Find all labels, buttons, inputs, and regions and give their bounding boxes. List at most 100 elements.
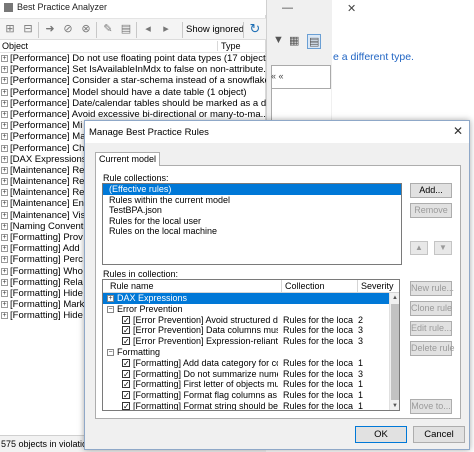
expand-icon[interactable]: + xyxy=(107,295,114,302)
expand-icon[interactable]: + xyxy=(1,200,8,208)
list-item[interactable]: Rules on the local machine xyxy=(103,226,401,237)
move-down-icon[interactable]: ▼ xyxy=(434,241,452,255)
list-item[interactable]: (Effective rules) xyxy=(103,184,401,195)
expand-all-icon[interactable]: ⊞ xyxy=(2,22,18,37)
cancel-button[interactable]: Cancel xyxy=(413,426,465,443)
list-item[interactable]: + [Performance] Do not use floating point… xyxy=(0,53,266,64)
properties-nav-arrows[interactable]: « « xyxy=(271,71,284,81)
column-header-object[interactable]: Object xyxy=(2,41,28,51)
add-collection-button[interactable]: Add... xyxy=(410,183,452,198)
rule-row[interactable]: ✓ [Error Prevention] Data columns must h… xyxy=(103,325,389,336)
expand-icon[interactable]: + xyxy=(1,166,8,174)
rule-enabled-checkbox[interactable]: ✓ xyxy=(122,326,130,335)
show-ignored-button[interactable]: Show ignored xyxy=(186,22,244,37)
rule-enabled-checkbox[interactable]: ✓ xyxy=(122,391,130,400)
close-icon[interactable]: ✕ xyxy=(453,124,463,138)
move-up-icon[interactable]: ▲ xyxy=(410,241,428,255)
rule-enabled-checkbox[interactable]: ✓ xyxy=(122,401,130,410)
expand-icon[interactable]: + xyxy=(1,110,8,118)
delete-rule-button[interactable]: Delete rule xyxy=(410,341,455,356)
expand-icon[interactable]: + xyxy=(1,278,8,286)
rule-name: [Formatting] Add data category for colum… xyxy=(133,357,278,368)
rule-row[interactable]: ✓ [Formatting] Format flag columns as Ye… xyxy=(103,390,389,401)
collapse-icon[interactable]: − xyxy=(107,305,114,313)
hint-text[interactable]: e a different type. xyxy=(333,51,414,63)
expand-icon[interactable]: + xyxy=(1,256,8,264)
rule-row[interactable]: ✓ [Formatting] First letter of objects m… xyxy=(103,379,389,390)
column-header-type[interactable]: Type xyxy=(217,41,241,51)
rule-row[interactable]: ✓ [Error Prevention] Avoid structured da… xyxy=(103,315,389,326)
move-to-button[interactable]: Move to... xyxy=(410,399,452,414)
expand-icon[interactable]: + xyxy=(1,211,8,219)
collapse-all-icon[interactable]: ⊟ xyxy=(20,22,36,37)
list-item[interactable]: + [Performance] Avoid excessive bi-direct… xyxy=(0,109,266,120)
expand-icon[interactable]: + xyxy=(1,234,8,241)
scrollbar-thumb[interactable] xyxy=(391,304,399,400)
categorized-icon[interactable]: ▦ xyxy=(289,34,299,47)
rule-enabled-checkbox[interactable]: ✓ xyxy=(122,358,130,367)
collapse-icon[interactable]: − xyxy=(107,348,114,356)
list-item[interactable]: Rules within the current model xyxy=(103,195,401,206)
expand-icon[interactable]: + xyxy=(1,178,8,186)
rule-collections-list[interactable]: (Effective rules) Rules within the curre… xyxy=(102,183,402,265)
list-item[interactable]: Rules for the local user xyxy=(103,216,401,227)
clone-rule-button[interactable]: Clone rule xyxy=(410,301,452,316)
expand-icon[interactable]: + xyxy=(1,245,8,253)
ignore-rule-icon[interactable]: ⊗ xyxy=(78,22,94,37)
new-rule-button[interactable]: New rule... xyxy=(410,281,454,296)
rule-row[interactable]: ✓ [Formatting] Add data category for col… xyxy=(103,358,389,369)
list-item[interactable]: TestBPA.json xyxy=(103,205,401,216)
ok-button[interactable]: OK xyxy=(355,426,407,443)
expand-icon[interactable]: + xyxy=(1,66,8,74)
edit-rule-button[interactable]: Edit rule... xyxy=(410,321,452,336)
expand-icon[interactable]: + xyxy=(1,289,8,297)
rule-row[interactable]: ✓ [Formatting] Do not summarize numeric … xyxy=(103,369,389,380)
tab-current-model[interactable]: Current model xyxy=(95,152,161,166)
generate-fix-script-icon[interactable]: ▤ xyxy=(118,22,134,37)
fix-icon[interactable]: ✎ xyxy=(100,22,116,37)
expand-icon[interactable]: + xyxy=(1,99,8,107)
filter-icon[interactable]: ▼ xyxy=(273,34,284,46)
alphabetical-icon[interactable]: ▤ xyxy=(307,34,322,49)
expand-icon[interactable]: + xyxy=(1,222,8,230)
rule-enabled-checkbox[interactable]: ✓ xyxy=(122,369,130,378)
expand-icon[interactable]: + xyxy=(1,144,8,152)
rules-grid-scrollbar[interactable]: ▲ ▼ xyxy=(389,293,399,410)
close-icon[interactable]: ✕ xyxy=(347,2,356,15)
expand-icon[interactable]: + xyxy=(1,55,8,62)
expand-icon[interactable]: + xyxy=(1,122,8,130)
column-header-collection[interactable]: Collection xyxy=(281,280,357,292)
column-header-rule-name[interactable]: Rule name xyxy=(107,280,281,292)
expand-icon[interactable]: + xyxy=(1,133,8,141)
expand-icon[interactable]: + xyxy=(1,189,8,197)
expand-icon[interactable]: + xyxy=(1,267,8,275)
navigate-next-icon[interactable]: ▸ xyxy=(158,22,174,37)
remove-collection-button[interactable]: Remove xyxy=(410,203,452,218)
list-item[interactable]: + [Performance] Date/calendar tables shou… xyxy=(0,98,266,109)
expand-icon[interactable]: + xyxy=(1,301,8,309)
ignore-item-icon[interactable]: ⊘ xyxy=(60,22,76,37)
navigate-prev-icon[interactable]: ◂ xyxy=(140,22,156,37)
expand-icon[interactable]: + xyxy=(1,88,8,96)
rule-group-row[interactable]: − Error Prevention xyxy=(103,304,389,315)
rule-group-row[interactable]: − Formatting xyxy=(103,347,389,358)
column-header-severity[interactable]: Severity xyxy=(357,280,397,292)
expand-icon[interactable]: + xyxy=(1,77,8,85)
go-to-object-icon[interactable]: ➜ xyxy=(42,22,58,37)
scroll-down-icon[interactable]: ▼ xyxy=(390,401,399,410)
rule-row[interactable]: ✓ [Formatting] Format string should be c… xyxy=(103,401,389,410)
rule-enabled-checkbox[interactable]: ✓ xyxy=(122,380,130,389)
list-item[interactable]: + [Performance] Consider a star-schema in… xyxy=(0,75,266,86)
list-item[interactable]: + [Performance] Model should have a date … xyxy=(0,87,266,98)
minimize-icon[interactable]: — xyxy=(282,2,293,14)
expand-icon[interactable]: + xyxy=(1,312,8,320)
expand-icon[interactable]: + xyxy=(1,155,8,163)
rule-enabled-checkbox[interactable]: ✓ xyxy=(122,337,130,346)
refresh-icon[interactable]: ↻ xyxy=(246,20,264,38)
scroll-up-icon[interactable]: ▲ xyxy=(390,293,399,303)
rule-enabled-checkbox[interactable]: ✓ xyxy=(122,315,130,324)
rule-group-row[interactable]: + DAX Expressions xyxy=(103,293,389,304)
rule-row[interactable]: ✓ [Error Prevention] Expression-reliant … xyxy=(103,336,389,347)
list-item[interactable]: + [Performance] Set IsAvailableInMdx to f… xyxy=(0,64,266,75)
toolbar-separator xyxy=(96,22,97,38)
